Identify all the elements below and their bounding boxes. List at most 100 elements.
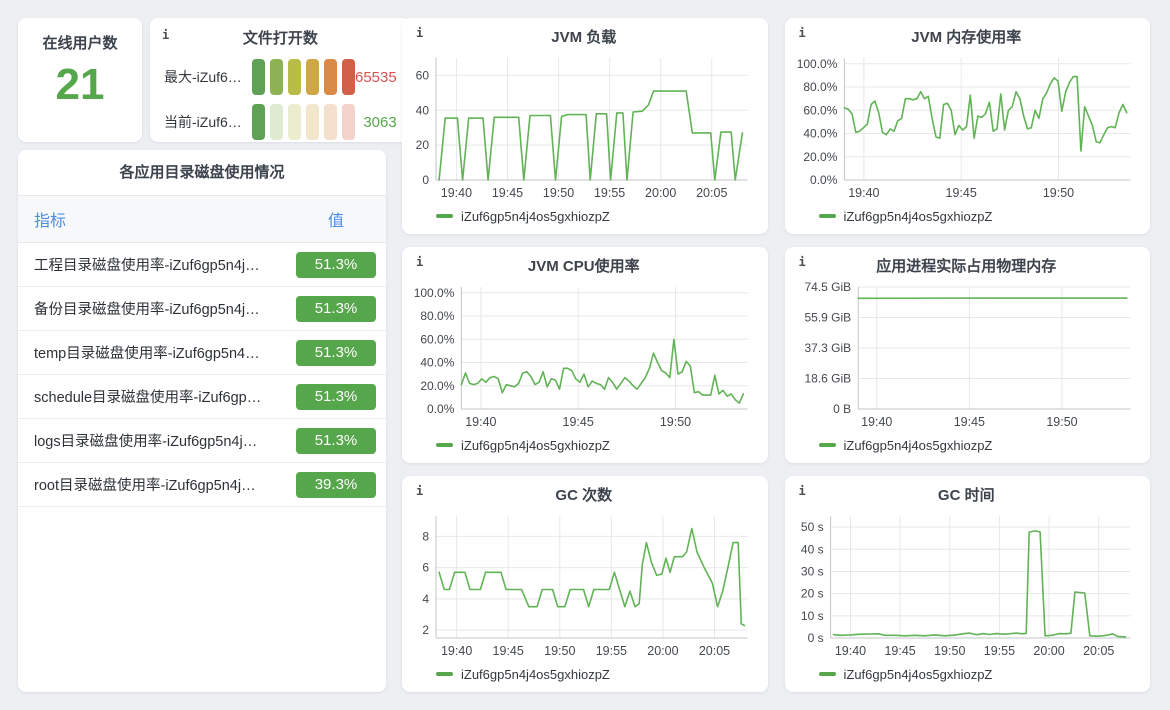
panel-jvm-load: i JVM 负载 020406019:4019:4519:5019:5520:0…	[402, 18, 768, 234]
table-row: 工程目录磁盘使用率-iZuf6gp5n4j… 51.3%	[18, 243, 386, 287]
table-row: root目录磁盘使用率-iZuf6gp5n4j…39.3%	[18, 463, 386, 507]
x-axis-tick-label: 20:00	[645, 186, 676, 200]
x-axis-tick-label: 19:40	[441, 644, 472, 658]
y-axis-tick-label: 6	[422, 561, 429, 575]
legend-swatch	[819, 672, 836, 676]
process-memory-chart: 0 B18.6 GiB37.3 GiB55.9 GiB74.5 GiB19:40…	[793, 279, 1141, 431]
y-axis-tick-label: 60.0%	[420, 332, 454, 346]
top-stat-row: 在线用户数 21 i 文件打开数 最大-iZuf6…65535当前-iZuf6……	[18, 18, 386, 142]
gauge-row: 最大-iZuf6…65535	[164, 58, 397, 96]
panel-process-memory: i 应用进程实际占用物理内存 0 B18.6 GiB37.3 GiB55.9 G…	[785, 247, 1151, 463]
y-axis-tick-label: 40	[416, 103, 430, 117]
panel-jvm-cpu: i JVM CPU使用率 0.0%20.0%40.0%60.0%80.0%100…	[402, 247, 768, 463]
legend-swatch	[436, 672, 453, 676]
y-axis-tick-label: 8	[422, 529, 429, 543]
x-axis-tick-label: 19:40	[848, 186, 879, 200]
chart-title-jvm-cpu: JVM CPU使用率	[528, 258, 640, 276]
x-axis-tick-label: 19:45	[492, 186, 523, 200]
y-axis-tick-label: 2	[422, 623, 429, 637]
gc-count-chart: 246819:4019:4519:5019:5520:0020:05	[410, 508, 758, 660]
y-axis-tick-label: 40.0%	[420, 356, 454, 370]
value-badge: 51.3%	[296, 252, 376, 278]
gauge-row: 当前-iZuf6… 3063	[164, 103, 397, 141]
legend-item[interactable]: iZuf6gp5n4j4os5gxhiozpZ	[793, 660, 1141, 688]
x-axis-tick-label: 20:05	[1083, 644, 1114, 658]
y-axis-tick-label: 40.0%	[803, 127, 837, 141]
info-icon[interactable]: i	[799, 484, 806, 498]
legend-item[interactable]: iZuf6gp5n4j4os5gxhiozpZ	[793, 431, 1141, 459]
panel-online-users: 在线用户数 21	[18, 18, 142, 142]
legend-item[interactable]: iZuf6gp5n4j4os5gxhiozpZ	[410, 202, 758, 230]
info-icon[interactable]: i	[162, 28, 169, 42]
charts-grid: i JVM 负载 020406019:4019:4519:5019:5520:0…	[402, 18, 1150, 692]
y-axis-tick-label: 20.0%	[420, 379, 454, 393]
gauge-segment	[324, 59, 337, 95]
gauge-segment	[342, 59, 355, 95]
table-row: 备份目录磁盘使用率-iZuf6gp5n4j…51.3%	[18, 287, 386, 331]
legend-item[interactable]: iZuf6gp5n4j4os5gxhiozpZ	[410, 660, 758, 688]
gauge-segment	[270, 59, 283, 95]
y-axis-tick-label: 80.0%	[420, 309, 454, 323]
value-badge: 39.3%	[296, 472, 376, 498]
legend-series-name: iZuf6gp5n4j4os5gxhiozpZ	[461, 667, 610, 682]
y-axis-tick-label: 30 s	[800, 564, 823, 578]
gauge-segment	[252, 104, 265, 140]
table-title: 各应用目录磁盘使用情况	[18, 150, 386, 196]
legend-swatch	[819, 214, 836, 218]
chart-title-process-memory: 应用进程实际占用物理内存	[876, 258, 1056, 276]
gauge-segment	[270, 104, 283, 140]
series-line	[439, 529, 744, 626]
x-axis-tick-label: 19:50	[1042, 186, 1073, 200]
info-icon[interactable]: i	[799, 255, 806, 269]
jvm-cpu-chart: 0.0%20.0%40.0%60.0%80.0%100.0%19:4019:45…	[410, 279, 758, 431]
x-axis-tick-label: 20:00	[647, 644, 678, 658]
x-axis-tick-label: 19:40	[834, 644, 865, 658]
gauge-label: 当前-iZuf6…	[164, 112, 252, 132]
legend-item[interactable]: iZuf6gp5n4j4os5gxhiozpZ	[793, 202, 1141, 230]
x-axis-tick-label: 19:55	[596, 644, 627, 658]
info-icon[interactable]: i	[416, 255, 423, 269]
table-header-value[interactable]: 值	[296, 207, 376, 231]
series-line	[833, 531, 1125, 637]
gauge-segment	[324, 104, 337, 140]
y-axis-tick-label: 20 s	[800, 587, 823, 601]
x-axis-tick-label: 19:55	[594, 186, 625, 200]
x-axis-tick-label: 19:50	[660, 415, 691, 429]
series-line	[844, 77, 1126, 151]
x-axis-tick-label: 20:05	[696, 186, 727, 200]
series-line	[439, 91, 742, 180]
table-row: schedule目录磁盘使用率-iZuf6gp…51.3%	[18, 375, 386, 419]
legend-item[interactable]: iZuf6gp5n4j4os5gxhiozpZ	[410, 431, 758, 459]
x-axis-tick-label: 19:45	[493, 644, 524, 658]
gauge-value: 65535	[355, 69, 397, 86]
metric-cell: 工程目录磁盘使用率-iZuf6gp5n4j…	[34, 254, 260, 275]
series-line	[461, 339, 743, 403]
legend-series-name: iZuf6gp5n4j4os5gxhiozpZ	[844, 209, 993, 224]
x-axis-tick-label: 19:40	[441, 186, 472, 200]
gauge-segment	[288, 104, 301, 140]
gauge-segment	[252, 59, 265, 95]
gauge-value: 3063	[355, 114, 397, 131]
y-axis-tick-label: 37.3 GiB	[804, 341, 851, 355]
info-icon[interactable]: i	[416, 26, 423, 40]
info-icon[interactable]: i	[416, 484, 423, 498]
y-axis-tick-label: 50 s	[800, 520, 823, 534]
y-axis-tick-label: 10 s	[800, 609, 823, 623]
y-axis-tick-label: 20	[416, 138, 430, 152]
legend-swatch	[819, 443, 836, 447]
legend-series-name: iZuf6gp5n4j4os5gxhiozpZ	[461, 209, 610, 224]
table-header-metric[interactable]: 指标	[34, 207, 66, 231]
chart-title-jvm-load: JVM 负载	[551, 29, 616, 47]
legend-series-name: iZuf6gp5n4j4os5gxhiozpZ	[461, 438, 610, 453]
x-axis-tick-label: 19:55	[983, 644, 1014, 658]
info-icon[interactable]: i	[799, 26, 806, 40]
panel-gc-time: i GC 时间 0 s10 s20 s30 s40 s50 s19:4019:4…	[785, 476, 1151, 692]
metric-cell: logs目录磁盘使用率-iZuf6gp5n4j…	[34, 430, 257, 451]
legend-swatch	[436, 443, 453, 447]
value-badge: 51.3%	[296, 340, 376, 366]
y-axis-tick-label: 60.0%	[803, 103, 837, 117]
table-row: logs目录磁盘使用率-iZuf6gp5n4j…51.3%	[18, 419, 386, 463]
gauge-segment	[342, 104, 355, 140]
legend-series-name: iZuf6gp5n4j4os5gxhiozpZ	[844, 667, 993, 682]
x-axis-tick-label: 19:45	[563, 415, 594, 429]
